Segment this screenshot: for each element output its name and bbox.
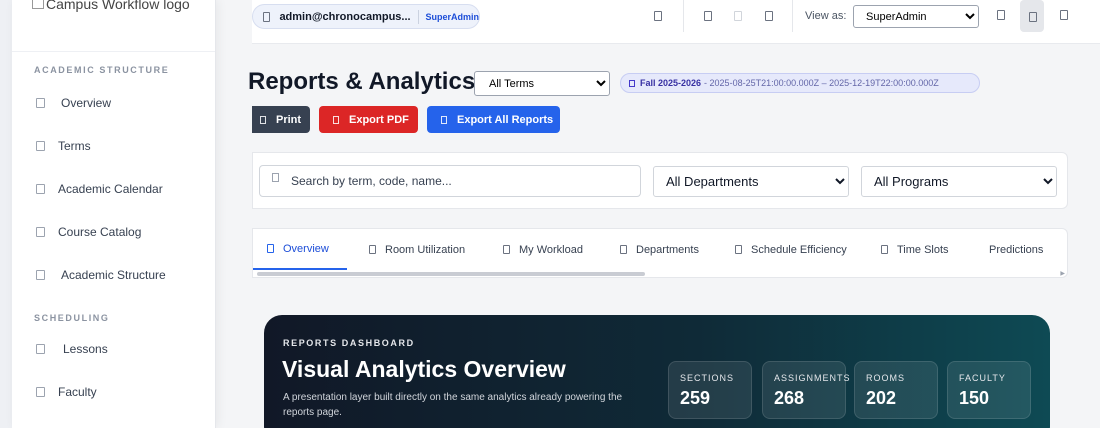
- view-as-label: View as:: [805, 10, 847, 22]
- sidebar-item-label: Academic Structure: [61, 267, 166, 282]
- broken-image-icon: [32, 0, 44, 9]
- report-tabs: Overview Room Utilization My Workload De…: [252, 228, 1068, 278]
- sidebar-item-label: Lessons: [63, 341, 108, 356]
- room-icon: [369, 245, 376, 254]
- hero-description: A presentation layer built directly on t…: [283, 392, 623, 418]
- sidebar-item-label: Academic Calendar: [58, 181, 163, 196]
- sidebar-item-academic-structure[interactable]: Academic Structure: [12, 253, 215, 296]
- sidebar-item-label: Terms: [58, 138, 91, 153]
- terms-icon: [36, 140, 45, 151]
- user-icon: [263, 11, 271, 22]
- departments-icon: [620, 245, 627, 254]
- faculty-icon: [36, 386, 45, 397]
- download-icon: [441, 115, 447, 124]
- hero-kicker: REPORTS DASHBOARD: [283, 338, 415, 348]
- toolbar-divider: [792, 0, 793, 32]
- settings-icon[interactable]: [765, 11, 773, 21]
- language-icon[interactable]: [997, 10, 1005, 20]
- stat-sections: SECTIONS 259: [668, 361, 752, 419]
- catalog-icon: [36, 226, 45, 237]
- tab-my-workload[interactable]: My Workload: [503, 229, 583, 270]
- hero-title: Visual Analytics Overview: [282, 356, 566, 382]
- sidebar-item-overview[interactable]: Overview: [12, 81, 215, 124]
- export-all-reports-button[interactable]: Export All Reports: [427, 106, 560, 133]
- pill-divider: [417, 9, 419, 24]
- user-pill[interactable]: admin@chronocampus... SuperAdmin: [252, 4, 480, 29]
- sidebar-edge: [0, 0, 12, 428]
- department-select[interactable]: All Departments: [653, 166, 849, 197]
- section-title-academic-structure: ACADEMIC STRUCTURE: [34, 65, 170, 75]
- user-email: admin@chronocampus...: [279, 10, 411, 23]
- tab-departments[interactable]: Departments: [620, 229, 699, 270]
- tab-predictions[interactable]: Predictions: [989, 229, 1043, 270]
- sidebar: Campus Workflow logo ACADEMIC STRUCTURE …: [12, 0, 216, 428]
- search-input[interactable]: Search by term, code, name...: [259, 165, 641, 197]
- structure-icon: [36, 269, 45, 280]
- help-icon[interactable]: [734, 11, 742, 21]
- tab-overview[interactable]: Overview: [253, 229, 347, 270]
- layout-icon: [1029, 12, 1037, 22]
- print-button[interactable]: Print: [252, 106, 310, 133]
- program-select[interactable]: All Programs: [861, 166, 1057, 197]
- stat-assignments: ASSIGNMENTS 268: [762, 361, 850, 419]
- term-range: - 2025-08-25T21:00:00.000Z – 2025-12-19T…: [704, 78, 939, 88]
- page-title: Reports & Analytics: [248, 68, 476, 95]
- sidebar-item-academic-calendar[interactable]: Academic Calendar: [12, 167, 215, 210]
- workload-icon: [503, 245, 510, 254]
- toolbar-divider: [683, 0, 684, 32]
- logo[interactable]: Campus Workflow logo: [12, 0, 215, 52]
- sidebar-item-lessons[interactable]: Lessons: [12, 327, 215, 370]
- filter-bar: Search by term, code, name... All Depart…: [252, 152, 1068, 209]
- stat-rooms: ROOMS 202: [854, 361, 938, 419]
- search-icon: [272, 172, 279, 182]
- calendar-icon: [36, 183, 45, 194]
- sidebar-item-label: Overview: [61, 95, 112, 110]
- sidebar-item-terms[interactable]: Terms: [12, 124, 215, 167]
- theme-icon[interactable]: [704, 11, 712, 21]
- notification-icon[interactable]: [654, 11, 662, 21]
- pdf-icon: [333, 115, 339, 124]
- topbar: admin@chronocampus... SuperAdmin View as…: [252, 0, 1100, 44]
- tab-schedule-efficiency[interactable]: Schedule Efficiency: [735, 229, 847, 270]
- logout-icon[interactable]: [1060, 10, 1068, 20]
- logo-alt-text: Campus Workflow logo: [32, 0, 190, 12]
- printer-icon: [260, 115, 266, 124]
- view-as-select[interactable]: SuperAdmin: [853, 5, 979, 28]
- term-badge: Fall 2025-2026 - 2025-08-25T21:00:00.000…: [620, 73, 980, 93]
- user-role-badge: SuperAdmin: [425, 11, 479, 22]
- search-placeholder: Search by term, code, name...: [291, 174, 452, 188]
- clock-icon: [881, 245, 888, 254]
- section-title-scheduling: SCHEDULING: [34, 313, 110, 323]
- export-pdf-button[interactable]: Export PDF: [319, 106, 418, 133]
- sidebar-item-label: Course Catalog: [58, 224, 142, 239]
- overview-icon: [36, 97, 45, 108]
- calendar-icon: [629, 79, 635, 87]
- tab-time-slots[interactable]: Time Slots: [881, 229, 949, 270]
- sidebar-item-faculty[interactable]: Faculty: [12, 370, 215, 413]
- term-select[interactable]: All Terms: [474, 71, 610, 96]
- tab-room-utilization[interactable]: Room Utilization: [369, 229, 465, 270]
- tabs-scrollbar[interactable]: [257, 272, 645, 276]
- sidebar-item-course-catalog[interactable]: Course Catalog: [12, 210, 215, 253]
- app-root: Campus Workflow logo ACADEMIC STRUCTURE …: [0, 0, 1100, 428]
- sidebar-item-label: Faculty: [58, 384, 97, 399]
- scroll-right-arrow-icon[interactable]: ▶: [1060, 270, 1065, 277]
- stat-faculty: FACULTY 150: [947, 361, 1031, 419]
- efficiency-icon: [735, 245, 742, 254]
- analytics-hero: REPORTS DASHBOARD Visual Analytics Overv…: [264, 315, 1050, 428]
- term-name: Fall 2025-2026: [640, 78, 702, 88]
- overview-icon: [267, 244, 274, 253]
- lessons-icon: [36, 343, 45, 354]
